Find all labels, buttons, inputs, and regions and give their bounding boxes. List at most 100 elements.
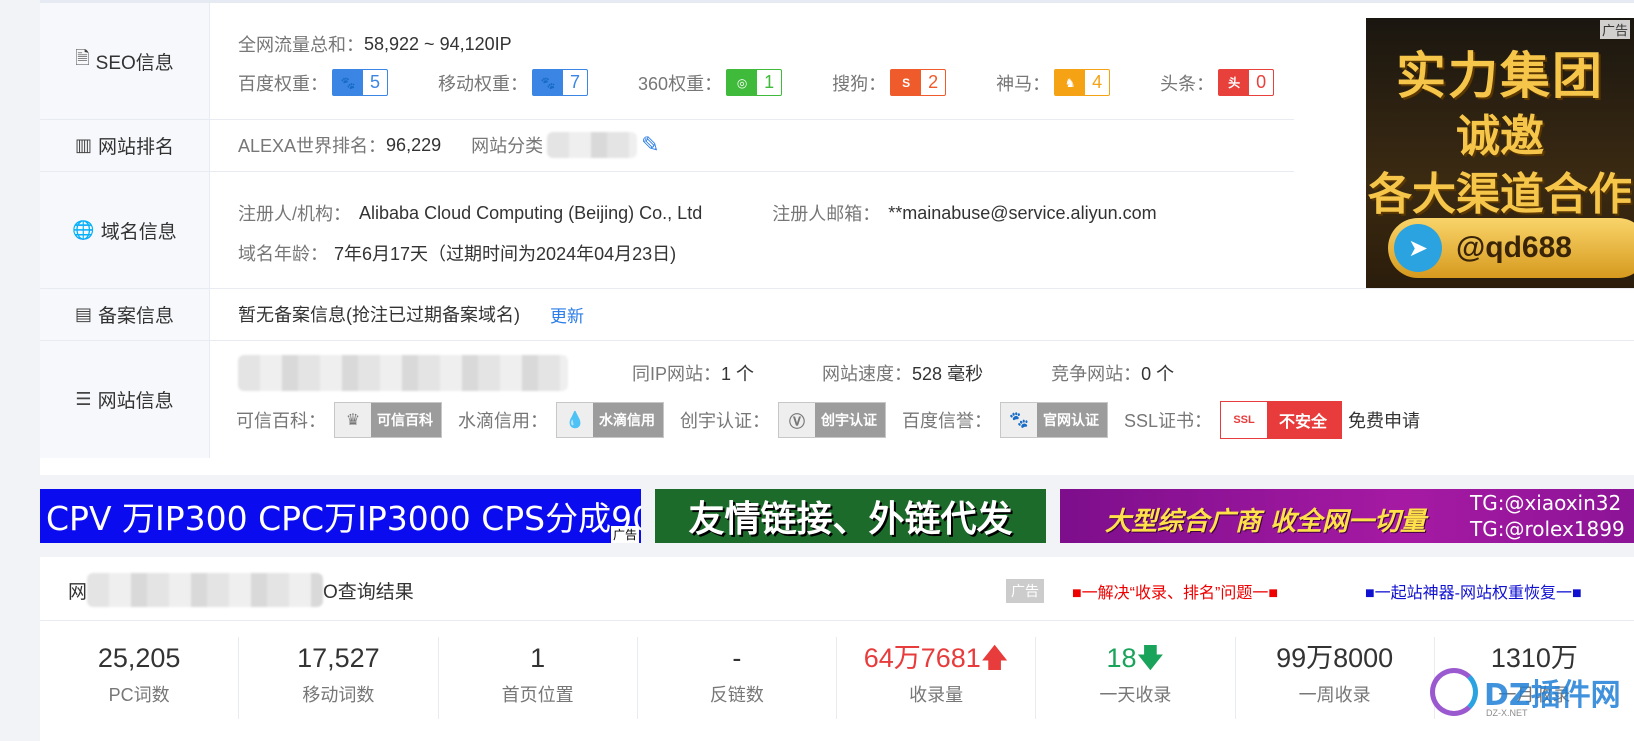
shenma-weight-value: 4 (1092, 72, 1103, 92)
360-logo-icon: ◎ (727, 70, 758, 95)
seo-content: 全网流量总和： 58,922 ~ 94,120IP 百度权重： 🐾 5 移动权重：… (210, 3, 1294, 119)
icp-row: ▤ 备案信息 暂无备案信息(抢注已过期备案域名) 更新 (40, 289, 1634, 341)
blurred-category (547, 132, 638, 158)
traffic-ad-contact1: TG:@xiaoxin32 (1470, 491, 1622, 515)
stat-value: 1 (530, 643, 546, 673)
seo-label: SEO信息 (95, 52, 174, 74)
result-ad-link-2[interactable]: ■一起站神器-网站权重恢复一■ (1365, 579, 1582, 603)
kexin-label: 可信百科： (236, 411, 326, 431)
icp-label-cell: ▤ 备案信息 (40, 289, 210, 340)
baidu-credit-badge[interactable]: 🐾 官网认证 (1000, 402, 1108, 438)
360-weight-label: 360权重： (638, 73, 723, 94)
traffic-label: 全网流量总和： (238, 35, 364, 55)
traffic-ad-contact2: TG:@rolex1899 (1470, 517, 1625, 541)
mobile-weight-label: 移动权重： (438, 73, 529, 94)
stat-label: 移动词数 (302, 685, 375, 705)
result-ad-tag: 广告 (1006, 579, 1044, 603)
stat-value: 64万7681 (863, 643, 981, 673)
toutiao-weight-badge[interactable]: 头0 (1218, 69, 1275, 96)
shuidi-badge-text: 水滴信用 (599, 412, 655, 428)
kexin-badge[interactable]: ♛ 可信百科 (334, 402, 442, 438)
stat-value: 25,205 (97, 643, 181, 673)
site-label: 网站信息 (97, 391, 174, 412)
traffic-ad-banner[interactable]: 大型综合广商 收全网一切量 TG:@xiaoxin32 TG:@rolex189… (1060, 489, 1634, 543)
domain-row: 🌐 域名信息 注册人/机构： Alibaba Cloud Computing (… (40, 172, 1634, 289)
traffic-value: 58,922 ~ 94,120IP (364, 33, 512, 54)
result-ad-link-1[interactable]: ■一解决“收录、排名”问题一■ (1072, 579, 1278, 603)
stat-indexed-week[interactable]: 99万8000 一周收录 (1236, 637, 1435, 719)
edit-icon[interactable]: ✎ (641, 132, 659, 158)
shenma-weight-label: 神马： (996, 73, 1051, 94)
rank-row: ▥ 网站排名 ALEXA世界排名： 96,229 网站分类 ✎ (40, 120, 1294, 172)
same-ip-value[interactable]: 1 个 (721, 360, 754, 386)
seo-result-card: 网 O查询结果 广告 ■一解决“收录、排名”问题一■ ■一起站神器-网站权重恢复… (40, 557, 1634, 741)
baidu-weight-label: 百度权重： (238, 73, 328, 94)
site-info-card: 🗎 SEO信息 全网流量总和： 58,922 ~ 94,120IP 百度权重： … (40, 0, 1634, 475)
stat-homepage-position[interactable]: 1 首页位置 (439, 637, 638, 719)
stat-backlinks[interactable]: - 反链数 (638, 637, 837, 719)
weights-line: 百度权重： 🐾 5 移动权重： 🐾 7 360权重： ◎ 1 搜狗： S2 神马： ♞… (238, 69, 1275, 96)
baidu-paw-icon: 🐾 (533, 70, 564, 95)
icp-update-link[interactable]: 更新 (550, 302, 584, 327)
ssl-badge[interactable]: SSL 不安全 (1220, 401, 1343, 439)
ssl-shield-icon: SSL (1221, 402, 1268, 438)
verified-v-icon: Ⓥ (779, 403, 815, 437)
document-icon: 🗎 (75, 48, 90, 68)
sogou-weight-value: 2 (928, 72, 939, 92)
shuidi-badge[interactable]: 💧 水滴信用 (556, 402, 664, 438)
rank-label-cell: ▥ 网站排名 (40, 120, 210, 171)
seo-row: 🗎 SEO信息 全网流量总和： 58,922 ~ 94,120IP 百度权重： … (40, 3, 1294, 120)
stat-label: 一周收录 (1298, 685, 1371, 705)
stat-indexed-day[interactable]: 18🡇 一天收录 (1036, 637, 1236, 719)
registrant-label: 注册人/机构： (238, 204, 352, 224)
cpv-ad-text: CPV 万IP300 CPC万IP3000 CPS分成90 (46, 499, 641, 538)
cpv-ad-banner[interactable]: CPV 万IP300 CPC万IP3000 CPS分成90 广告 (40, 489, 641, 543)
icp-label: 备案信息 (98, 306, 175, 327)
stat-pc-words[interactable]: 25,205 PC词数 (40, 637, 240, 719)
sogou-logo-icon: S (891, 70, 922, 95)
result-title-suffix: O查询结果 (323, 581, 414, 603)
domain-label-cell: 🌐 域名信息 (40, 172, 210, 288)
speed-value: 528 毫秒 (912, 364, 984, 384)
stat-label: 首页位置 (501, 685, 574, 705)
blurred-domain (87, 573, 324, 607)
ssl-badge-text: 不安全 (1279, 414, 1328, 431)
baidu-weight-badge[interactable]: 🐾 5 (332, 69, 389, 96)
icp-text: 暂无备案信息(抢注已过期备案域名) (238, 305, 520, 325)
baidu-weight-value: 5 (370, 72, 381, 92)
ssl-apply-link[interactable]: 免费申请 (1348, 407, 1420, 433)
kexin-badge-text: 可信百科 (377, 412, 433, 428)
list-document-icon: ☰ (75, 389, 92, 409)
compete-value[interactable]: 0 个 (1141, 360, 1174, 386)
360-weight-value: 1 (764, 72, 775, 92)
age-value: 7年6月17天（过期时间为2024年04月23日) (334, 244, 677, 264)
water-drop-icon: 💧 (557, 403, 593, 437)
chuangyu-badge[interactable]: Ⓥ 创宇认证 (778, 402, 886, 438)
stat-value-with-trend: 18🡇 (1036, 637, 1234, 679)
rank-label: 网站排名 (98, 137, 175, 158)
toutiao-weight-value: 0 (1256, 72, 1267, 92)
360-weight-badge[interactable]: ◎ 1 (726, 69, 783, 96)
baidu-credit-badge-text: 官网认证 (1043, 412, 1099, 428)
seo-label-cell: 🗎 SEO信息 (40, 3, 210, 119)
arrow-down-icon: 🡇 (1136, 643, 1165, 673)
kexin-seal-icon: ♛ (335, 403, 371, 437)
www-globe-icon: 🌐 (72, 219, 95, 240)
shenma-weight-badge[interactable]: ♞ 4 (1054, 69, 1111, 96)
mobile-weight-badge[interactable]: 🐾 7 (532, 69, 589, 96)
record-book-icon: ▤ (74, 304, 92, 324)
sogou-weight-label: 搜狗： (832, 73, 887, 94)
page: 🗎 SEO信息 全网流量总和： 58,922 ~ 94,120IP 百度权重： … (0, 0, 1634, 741)
baidu-paw-icon: 🐾 (1001, 403, 1037, 437)
stat-mobile-words[interactable]: 17,527 移动词数 (239, 637, 439, 719)
sogou-weight-badge[interactable]: S2 (890, 69, 947, 96)
compete-label: 竞争网站： (1051, 364, 1142, 384)
site-label-cell: ☰ 网站信息 (40, 341, 210, 458)
domain-label: 域名信息 (100, 221, 177, 243)
chuangyu-badge-text: 创宇认证 (821, 412, 877, 428)
blurred-site-title (238, 355, 568, 391)
friend-link-ad-banner[interactable]: 友情链接、外链代发 (655, 489, 1046, 543)
stat-indexed[interactable]: 64万7681🡅 收录量 (837, 637, 1037, 719)
same-ip-label: 同IP网站： (632, 364, 722, 384)
alexa-value: 96,229 (386, 134, 442, 155)
